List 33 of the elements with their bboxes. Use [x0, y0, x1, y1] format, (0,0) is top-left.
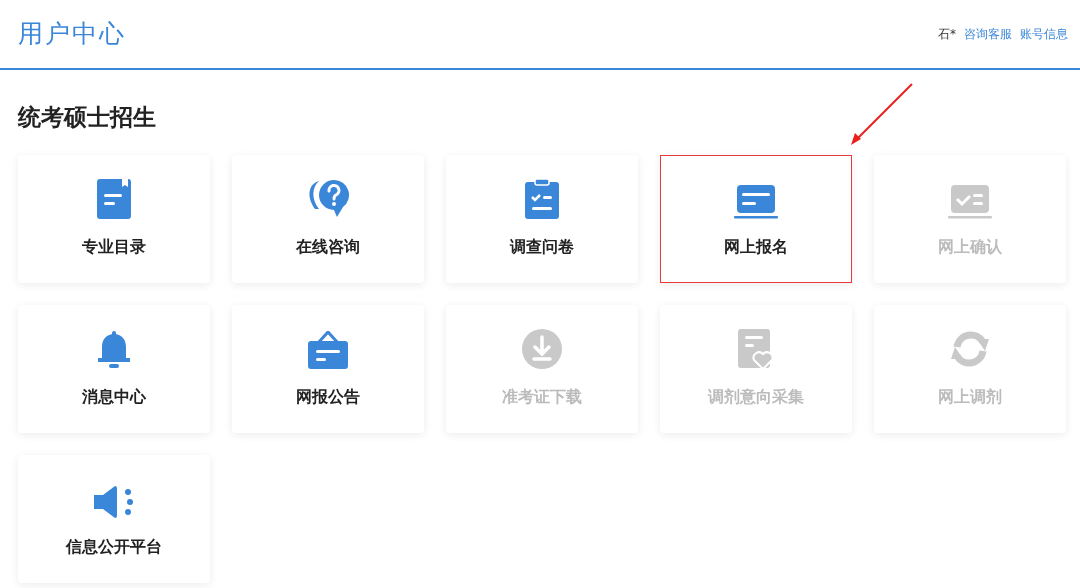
speaker-icon: [94, 484, 134, 519]
menu-tile[interactable]: 调查问卷: [446, 154, 638, 283]
tile-label: 在线咨询: [296, 235, 360, 258]
menu-tile[interactable]: 在线咨询: [232, 154, 424, 283]
tile-label: 信息公开平台: [66, 535, 162, 558]
download-icon: [522, 328, 562, 369]
tile-label: 专业目录: [82, 235, 146, 258]
header-link[interactable]: 账号信息: [1020, 25, 1068, 43]
menu-tile[interactable]: 消息中心: [18, 304, 210, 433]
laptop-check-icon: [948, 184, 992, 219]
annotation-arrow: [848, 82, 914, 148]
laptop-icon: [734, 184, 778, 219]
book-icon: [97, 178, 131, 219]
sign-board-icon: [308, 330, 348, 369]
tile-label: 调剂意向采集: [708, 385, 804, 408]
section-title: 统考硕士招生: [18, 103, 156, 132]
user-name: 石*: [938, 26, 956, 43]
menu-tile[interactable]: 网报公告: [232, 304, 424, 433]
menu-tile[interactable]: 专业目录: [18, 154, 210, 283]
menu-tile[interactable]: 信息公开平台: [18, 454, 210, 583]
tile-label: 消息中心: [82, 385, 146, 408]
tile-label: 网报公告: [296, 385, 360, 408]
page-title: 用户中心: [18, 18, 126, 51]
header-link[interactable]: 咨询客服: [964, 25, 1012, 43]
clipboard-icon: [525, 178, 559, 219]
bell-icon: [98, 330, 130, 369]
tile-label: 网上调剂: [938, 385, 1002, 408]
tile-label: 准考证下载: [502, 385, 582, 408]
menu-tile[interactable]: 网上报名: [660, 154, 852, 283]
tile-label: 网上报名: [724, 235, 788, 258]
document-heart-icon: [738, 328, 774, 369]
tile-label: 网上确认: [938, 235, 1002, 258]
tile-label: 调查问卷: [510, 235, 574, 258]
